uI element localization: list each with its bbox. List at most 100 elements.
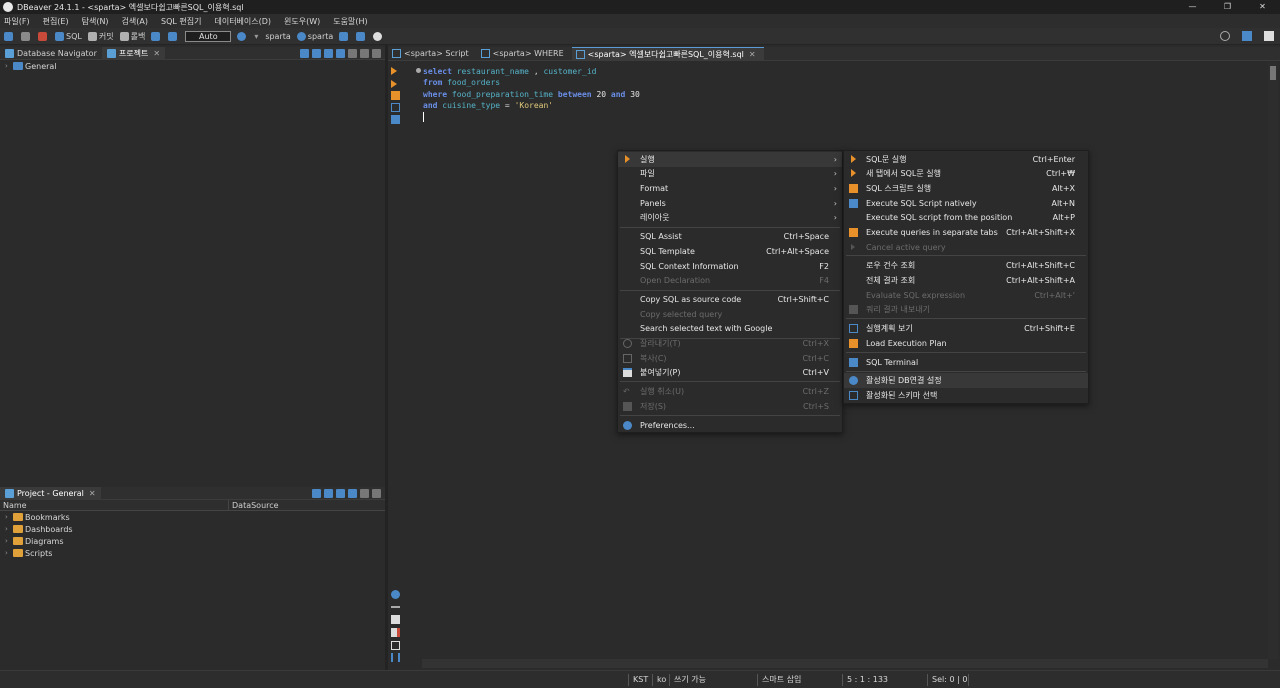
commit-mode-selector[interactable]: Auto xyxy=(185,30,232,42)
close-icon[interactable]: ✕ xyxy=(89,489,96,498)
menu-file[interactable]: 파일(F) xyxy=(4,16,30,27)
tree-item-bookmarks[interactable]: › Bookmarks xyxy=(0,511,385,523)
menu-search[interactable]: 검색(A) xyxy=(122,16,148,27)
submenu-item-execute-natively[interactable]: Execute SQL Script natively Alt+N xyxy=(844,196,1088,211)
submenu-item-load-plan[interactable]: Load Execution Plan xyxy=(844,336,1088,351)
tab-project-general[interactable]: Project - General ✕ xyxy=(0,486,101,500)
execute-script-icon[interactable] xyxy=(391,91,400,100)
minimize-icon[interactable] xyxy=(360,489,369,498)
search-icon[interactable] xyxy=(1220,31,1230,41)
editor-horizontal-scrollbar[interactable] xyxy=(422,659,1268,668)
menu-item-sql-assist[interactable]: SQL Assist Ctrl+Space xyxy=(618,229,842,244)
tab-database-navigator[interactable]: Database Navigator xyxy=(0,47,102,60)
disconnect-button[interactable] xyxy=(38,31,49,41)
menu-icon[interactable] xyxy=(348,49,357,58)
tree-item-diagrams[interactable]: › Diagrams xyxy=(0,535,385,547)
explain-plan-icon[interactable] xyxy=(391,103,400,112)
menu-item-format[interactable]: Format › xyxy=(618,181,842,196)
rollback-button[interactable]: 롤백 xyxy=(119,31,145,42)
tab-script[interactable]: <sparta> Script xyxy=(388,47,477,61)
add-icon[interactable] xyxy=(336,489,345,498)
submenu-item-execute-script[interactable]: SQL 스크립트 실행 Alt+X xyxy=(844,181,1088,196)
collapse-icon[interactable] xyxy=(324,489,333,498)
maximize-button[interactable]: ❐ xyxy=(1210,0,1245,14)
menu-item-copy-sql-source[interactable]: Copy SQL as source code Ctrl+Shift+C xyxy=(618,292,842,307)
file-icon[interactable] xyxy=(391,615,400,624)
submenu-item-active-schema[interactable]: 활성화된 스키마 선택 xyxy=(844,388,1088,403)
schema-selector[interactable]: sparta xyxy=(296,31,333,41)
execute-new-tab-icon[interactable] xyxy=(391,80,397,88)
settings-icon[interactable] xyxy=(391,590,400,599)
dbeaver-perspective-icon[interactable] xyxy=(1264,31,1274,41)
menu-edit[interactable]: 편집(E) xyxy=(43,16,69,27)
menu-navigate[interactable]: 탐색(N) xyxy=(82,16,109,27)
menu-item-sql-context-info[interactable]: SQL Context Information F2 xyxy=(618,259,842,274)
terminal-icon[interactable] xyxy=(391,115,400,124)
close-button[interactable]: ✕ xyxy=(1245,0,1280,14)
scrollbar-thumb[interactable] xyxy=(1270,66,1276,80)
minimize-icon[interactable] xyxy=(360,49,369,58)
submenu-item-fetch-all[interactable]: 전체 결과 조회 Ctrl+Alt+Shift+A xyxy=(844,273,1088,288)
transaction-mode-icon[interactable] xyxy=(151,31,162,41)
lock-icon[interactable] xyxy=(168,31,179,41)
menu-item-execute[interactable]: 실행 › xyxy=(618,152,842,167)
navigate-icon[interactable] xyxy=(339,31,350,41)
tree-item-dashboards[interactable]: › Dashboards xyxy=(0,523,385,535)
menu-item-layout[interactable]: 레이아웃 › xyxy=(618,210,842,225)
sql-editor-button[interactable]: SQL xyxy=(55,31,82,41)
editor-vertical-scrollbar[interactable] xyxy=(1268,62,1278,659)
submenu-item-sql-terminal[interactable]: SQL Terminal xyxy=(844,355,1088,370)
menu-item-save[interactable]: 저장(S) Ctrl+S xyxy=(618,399,842,414)
submenu-item-execute-from-position[interactable]: Execute SQL script from the position Alt+… xyxy=(844,210,1088,225)
file-export-icon[interactable] xyxy=(391,641,400,650)
settings-icon[interactable] xyxy=(336,49,345,58)
menu-item-copy[interactable]: 복사(C) Ctrl+C xyxy=(618,351,842,366)
menu-window[interactable]: 윈도우(W) xyxy=(284,16,320,27)
menu-help[interactable]: 도움말(H) xyxy=(333,16,367,27)
execute-icon[interactable] xyxy=(391,67,397,75)
submenu-item-cancel-query[interactable]: Cancel active query xyxy=(844,240,1088,255)
menu-item-cut[interactable]: 잘라내기(T) Ctrl+X xyxy=(618,336,842,351)
maximize-icon[interactable] xyxy=(372,489,381,498)
tree-item-general[interactable]: › General xyxy=(0,60,385,72)
menu-item-search-google[interactable]: Search selected text with Google xyxy=(618,321,842,336)
code-area[interactable]: select restaurant_name , customer_id fro… xyxy=(423,66,640,122)
connect-button[interactable] xyxy=(21,31,32,41)
submenu-item-execute-sql[interactable]: SQL문 실행 Ctrl+Enter xyxy=(844,152,1088,167)
link-icon[interactable] xyxy=(348,489,357,498)
menu-sql-editor[interactable]: SQL 편집기 xyxy=(161,16,201,27)
menu-item-copy-selected-query[interactable]: Copy selected query xyxy=(618,307,842,322)
submenu-item-execute-separate-tabs[interactable]: Execute queries in separate tabs Ctrl+Alt… xyxy=(844,225,1088,240)
submenu-item-execute-new-tab[interactable]: 새 탭에서 SQL문 실행 Ctrl+₩ xyxy=(844,166,1088,181)
submenu-item-explain-plan[interactable]: 실행계획 보기 Ctrl+Shift+E xyxy=(844,321,1088,336)
tab-active-sql[interactable]: <sparta> 엑셀보다쉽고빠른SQL_이용혁.sql ✕ xyxy=(571,46,764,61)
close-icon[interactable]: ✕ xyxy=(153,49,160,58)
menu-item-sql-template[interactable]: SQL Template Ctrl+Alt+Space xyxy=(618,244,842,259)
menu-item-paste[interactable]: 붙여넣기(P) Ctrl+V xyxy=(618,365,842,380)
tab-projects[interactable]: 프로젝트 ✕ xyxy=(101,46,166,60)
menu-database[interactable]: 데이터베이스(D) xyxy=(214,16,271,27)
submenu-item-evaluate-expression[interactable]: Evaluate SQL expression Ctrl+Alt+' xyxy=(844,288,1088,303)
submenu-item-row-count[interactable]: 로우 건수 조회 Ctrl+Alt+Shift+C xyxy=(844,258,1088,273)
file-error-icon[interactable] xyxy=(391,628,400,637)
tab-where[interactable]: <sparta> WHERE xyxy=(477,47,572,61)
link-icon[interactable] xyxy=(312,49,321,58)
add-icon[interactable] xyxy=(324,49,333,58)
menu-item-file[interactable]: 파일 › xyxy=(618,166,842,181)
close-icon[interactable]: ✕ xyxy=(749,50,756,59)
datasource-selector[interactable]: ▾ sparta xyxy=(254,32,290,41)
column-datasource[interactable]: DataSource xyxy=(229,500,379,510)
menu-item-undo[interactable]: ↶ 실행 취소(U) Ctrl+Z xyxy=(618,384,842,399)
tools-icon[interactable] xyxy=(356,31,367,41)
column-name[interactable]: Name xyxy=(0,500,229,510)
collapse-icon[interactable] xyxy=(300,49,309,58)
menu-item-open-declaration[interactable]: Open Declaration F4 xyxy=(618,273,842,288)
history-icon[interactable] xyxy=(237,31,248,41)
perspective-icon[interactable] xyxy=(1242,31,1252,41)
new-connection-button[interactable] xyxy=(4,31,15,41)
search-tool-icon[interactable] xyxy=(373,31,384,41)
submenu-item-active-connection[interactable]: 활성화된 DB연결 설정 xyxy=(844,373,1088,388)
submenu-item-export-results[interactable]: 쿼리 결과 내보내기 xyxy=(844,302,1088,317)
tree-item-scripts[interactable]: › Scripts xyxy=(0,547,385,559)
settings-icon[interactable] xyxy=(312,489,321,498)
